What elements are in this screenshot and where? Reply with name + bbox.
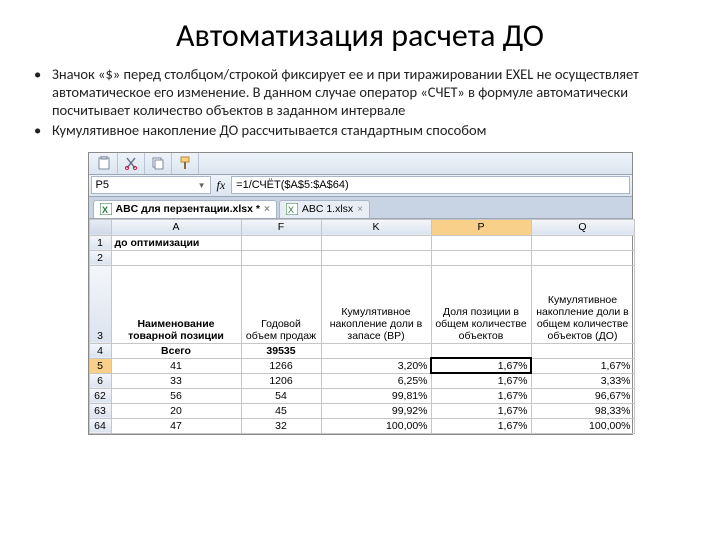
excel-file-icon: X bbox=[100, 203, 112, 215]
col-header[interactable]: P bbox=[431, 219, 531, 235]
close-icon[interactable]: × bbox=[264, 204, 270, 215]
excel-screenshot: P5 ▼ fx =1/СЧЁТ($A$5:$A$64) X ABC для пе… bbox=[88, 152, 633, 435]
workbook-tab[interactable]: X ABC для перзентации.xlsx * × bbox=[93, 200, 277, 218]
cell[interactable]: 3,33% bbox=[531, 373, 634, 388]
cell[interactable]: 1,67% bbox=[531, 358, 634, 373]
cell[interactable]: 45 bbox=[241, 403, 321, 418]
col-header[interactable]: F bbox=[241, 219, 321, 235]
bullet-list: Значок «$» перед столбцом/строкой фиксир… bbox=[28, 65, 692, 140]
table-row: 2 bbox=[89, 250, 634, 265]
svg-text:X: X bbox=[288, 205, 294, 215]
cell[interactable]: 99,81% bbox=[321, 388, 431, 403]
cell[interactable] bbox=[531, 250, 634, 265]
cell[interactable] bbox=[431, 235, 531, 250]
name-box[interactable]: P5 ▼ bbox=[91, 176, 211, 194]
cell[interactable]: 41 bbox=[111, 358, 241, 373]
formula-bar: P5 ▼ fx =1/СЧЁТ($A$5:$A$64) bbox=[89, 175, 632, 197]
cell[interactable]: 100,00% bbox=[321, 418, 431, 433]
cut-icon[interactable] bbox=[118, 153, 145, 174]
col-header[interactable]: A bbox=[111, 219, 241, 235]
cell[interactable]: 54 bbox=[241, 388, 321, 403]
dropdown-icon[interactable]: ▼ bbox=[198, 181, 206, 190]
table-row: 5 41 1266 3,20% 1,67% 1,67% bbox=[89, 358, 634, 373]
cell[interactable] bbox=[431, 343, 531, 358]
excel-file-icon: X bbox=[286, 203, 298, 215]
spreadsheet-grid[interactable]: A F K P Q 1 до оптимизации bbox=[89, 219, 632, 434]
row-header[interactable]: 1 bbox=[89, 235, 111, 250]
name-box-value: P5 bbox=[96, 179, 109, 191]
cell[interactable]: 20 bbox=[111, 403, 241, 418]
col-header[interactable]: K bbox=[321, 219, 431, 235]
workbook-tab[interactable]: X ABC 1.xlsx × bbox=[279, 200, 370, 218]
row-header[interactable]: 3 bbox=[89, 265, 111, 343]
bullet-item: Значок «$» перед столбцом/строкой фиксир… bbox=[52, 65, 692, 119]
cell[interactable]: Всего bbox=[111, 343, 241, 358]
column-header-row: A F K P Q bbox=[89, 219, 634, 235]
copy-icon[interactable] bbox=[145, 153, 172, 174]
table-row: 64 47 32 100,00% 1,67% 100,00% bbox=[89, 418, 634, 433]
cell[interactable]: Доля позиции в общем количестве объектов bbox=[431, 265, 531, 343]
cell[interactable]: 47 bbox=[111, 418, 241, 433]
cell[interactable] bbox=[241, 235, 321, 250]
cell[interactable] bbox=[321, 343, 431, 358]
cell[interactable] bbox=[321, 235, 431, 250]
cell[interactable]: 98,33% bbox=[531, 403, 634, 418]
fx-button[interactable]: fx bbox=[217, 178, 226, 193]
cell[interactable]: 56 bbox=[111, 388, 241, 403]
workbook-tabbar: X ABC для перзентации.xlsx * × X ABC 1.x… bbox=[89, 197, 632, 219]
cell[interactable]: 32 bbox=[241, 418, 321, 433]
svg-text:X: X bbox=[102, 205, 108, 215]
workbook-tab-label: ABC 1.xlsx bbox=[302, 203, 353, 215]
formula-input[interactable]: =1/СЧЁТ($A$5:$A$64) bbox=[231, 176, 629, 194]
cell[interactable]: 1,67% bbox=[431, 418, 531, 433]
page-title: Автоматизация расчета ДО bbox=[28, 16, 692, 55]
formula-text: =1/СЧЁТ($A$5:$A$64) bbox=[236, 179, 348, 191]
table-row: 1 до оптимизации bbox=[89, 235, 634, 250]
cell[interactable]: 1,67% bbox=[431, 373, 531, 388]
bullet-item: Кумулятивное накопление ДО рассчитываетс… bbox=[52, 121, 692, 139]
format-painter-icon[interactable] bbox=[172, 153, 199, 174]
col-header[interactable]: Q bbox=[531, 219, 634, 235]
paste-icon[interactable] bbox=[91, 153, 118, 174]
row-header[interactable]: 5 bbox=[89, 358, 111, 373]
cell[interactable] bbox=[241, 250, 321, 265]
cell[interactable] bbox=[531, 235, 634, 250]
cell[interactable]: Годовой объем продаж bbox=[241, 265, 321, 343]
cell[interactable]: 1,67% bbox=[431, 388, 531, 403]
cell[interactable] bbox=[111, 250, 241, 265]
cell[interactable]: Кумулятивное накопление доли в общем кол… bbox=[531, 265, 634, 343]
cell[interactable]: Кумулятивное накопление доли в запасе (В… bbox=[321, 265, 431, 343]
toolbar bbox=[89, 153, 632, 175]
cell[interactable]: 39535 bbox=[241, 343, 321, 358]
cell[interactable]: 33 bbox=[111, 373, 241, 388]
cell[interactable] bbox=[431, 250, 531, 265]
cell[interactable]: 3,20% bbox=[321, 358, 431, 373]
cell[interactable]: Наименование товарной позиции bbox=[111, 265, 241, 343]
cell[interactable]: 1206 bbox=[241, 373, 321, 388]
cell[interactable]: 96,67% bbox=[531, 388, 634, 403]
row-header[interactable]: 62 bbox=[89, 388, 111, 403]
close-icon[interactable]: × bbox=[357, 204, 363, 215]
row-header[interactable]: 63 bbox=[89, 403, 111, 418]
row-header[interactable]: 64 bbox=[89, 418, 111, 433]
row-header[interactable]: 4 bbox=[89, 343, 111, 358]
select-all-corner[interactable] bbox=[89, 219, 111, 235]
table-row: 63 20 45 99,92% 1,67% 98,33% bbox=[89, 403, 634, 418]
cell[interactable]: 1,67% bbox=[431, 403, 531, 418]
table-row: 3 Наименование товарной позиции Годовой … bbox=[89, 265, 634, 343]
row-header[interactable]: 2 bbox=[89, 250, 111, 265]
table-row: 6 33 1206 6,25% 1,67% 3,33% bbox=[89, 373, 634, 388]
row-header[interactable]: 6 bbox=[89, 373, 111, 388]
cell[interactable]: 1266 bbox=[241, 358, 321, 373]
cell[interactable]: до оптимизации bbox=[111, 235, 241, 250]
cell[interactable]: 99,92% bbox=[321, 403, 431, 418]
active-cell[interactable]: 1,67% bbox=[431, 358, 531, 373]
cell[interactable] bbox=[531, 343, 634, 358]
table-row: 4 Всего 39535 bbox=[89, 343, 634, 358]
table-row: 62 56 54 99,81% 1,67% 96,67% bbox=[89, 388, 634, 403]
cell[interactable]: 100,00% bbox=[531, 418, 634, 433]
cell[interactable] bbox=[321, 250, 431, 265]
cell[interactable]: 6,25% bbox=[321, 373, 431, 388]
workbook-tab-label: ABC для перзентации.xlsx * bbox=[116, 203, 260, 215]
